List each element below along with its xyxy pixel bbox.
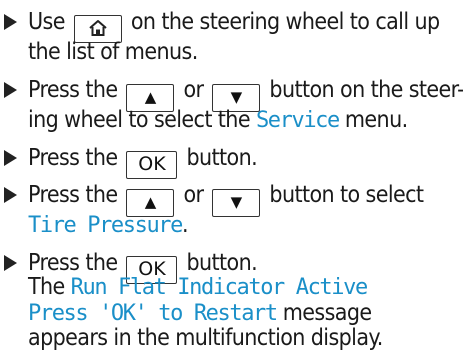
- step-text: ing wheel to select the: [28, 107, 251, 133]
- step-text: or: [183, 182, 204, 208]
- step-text: Use: [28, 9, 65, 35]
- ok-button: OK: [126, 151, 178, 179]
- step-text: the list of menus.: [28, 39, 198, 65]
- step-5-line-4: appears in the multifunction display.: [28, 321, 383, 355]
- tire-pressure-menu-name: Tire Pressure: [28, 213, 183, 238]
- step-text: or: [183, 77, 204, 103]
- instruction-steps: Use on the steering wheel to call up the…: [0, 0, 463, 351]
- step-2-line-1: Press the ▲ or ▼ button on the steer-: [28, 73, 463, 112]
- step-bullet-icon: [4, 187, 17, 203]
- down-arrow-icon: ▼: [230, 193, 243, 211]
- step-bullet-icon: [4, 14, 17, 30]
- step-1-line-1: Use on the steering wheel to call up: [28, 5, 440, 43]
- step-text: menu.: [344, 107, 408, 133]
- service-menu-name: Service: [255, 108, 340, 133]
- step-bullet-icon: [4, 150, 17, 166]
- step-text: button on the steer-: [269, 77, 463, 103]
- step-bullet-icon: [4, 82, 17, 98]
- step-text: Press the: [28, 145, 118, 171]
- step-text: .: [182, 212, 189, 238]
- step-4-line-2: Tire Pressure.: [28, 208, 189, 242]
- step-4-line-1: Press the ▲ or ▼ button to select: [28, 178, 424, 217]
- step-text: button.: [186, 145, 258, 171]
- down-arrow-button: ▼: [212, 189, 261, 217]
- step-bullet-icon: [4, 255, 17, 271]
- step-1-line-2: the list of menus.: [28, 35, 198, 69]
- step-text: Press the: [28, 182, 118, 208]
- step-text: appears in the multifunction display.: [28, 325, 383, 351]
- step-2-line-2: ing wheel to select the Service menu.: [28, 103, 408, 137]
- ok-label: OK: [138, 153, 166, 175]
- step-3-line-1: Press the OK button.: [28, 141, 258, 179]
- step-text: button to select: [269, 182, 424, 208]
- step-text: on the steering wheel to call up: [130, 9, 440, 35]
- step-text: Press the: [28, 77, 118, 103]
